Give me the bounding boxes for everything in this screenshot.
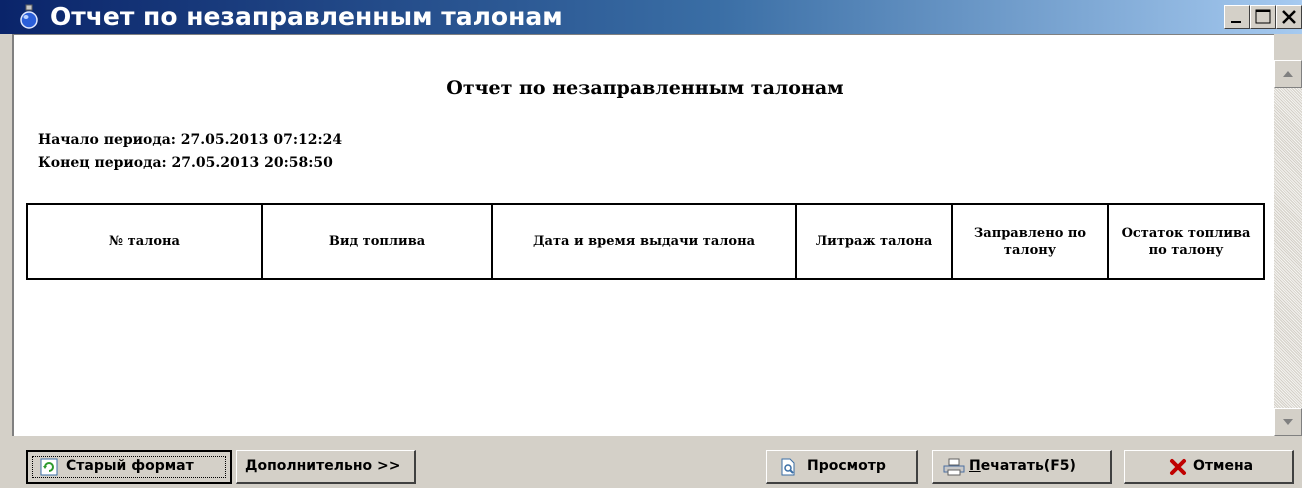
more-options-button[interactable]: Дополнительно >> bbox=[236, 450, 416, 484]
minimize-button[interactable] bbox=[1224, 5, 1250, 29]
maximize-icon bbox=[1255, 9, 1271, 24]
print-label-rest: ечатать(F5) bbox=[980, 458, 1076, 474]
old-format-button[interactable]: Старый формат bbox=[26, 450, 232, 484]
period-start: Начало периода: 27.05.2013 07:12:24 bbox=[38, 132, 343, 148]
scroll-up-button[interactable] bbox=[1274, 60, 1302, 88]
report-table: № талона Вид топлива Дата и время выдачи… bbox=[26, 203, 1265, 280]
close-button[interactable] bbox=[1276, 5, 1302, 29]
cancel-button[interactable]: Отмена bbox=[1124, 450, 1294, 484]
print-label-mnemonic: П bbox=[969, 458, 981, 474]
column-header: Заправлено по талону bbox=[951, 203, 1109, 280]
arrow-down-icon bbox=[1283, 419, 1293, 425]
column-header: Остаток топлива по талону bbox=[1107, 203, 1265, 280]
more-options-label: Дополнительно >> bbox=[245, 458, 401, 474]
arrow-up-icon bbox=[1283, 71, 1293, 77]
maximize-button[interactable] bbox=[1250, 5, 1276, 29]
column-header: Дата и время выдачи талона bbox=[491, 203, 797, 280]
close-icon bbox=[1282, 10, 1296, 24]
print-label: Печатать(F5) bbox=[969, 458, 1076, 474]
printer-icon bbox=[943, 458, 965, 476]
minimize-icon bbox=[1231, 21, 1241, 23]
fuel-drop-icon bbox=[20, 4, 38, 29]
preview-document-icon bbox=[781, 458, 795, 476]
table-header-row: № талона Вид топлива Дата и время выдачи… bbox=[26, 203, 1265, 280]
column-header: Литраж талона bbox=[795, 203, 953, 280]
scroll-down-button[interactable] bbox=[1274, 408, 1302, 436]
preview-button[interactable]: Просмотр bbox=[766, 450, 918, 484]
preview-label: Просмотр bbox=[807, 458, 886, 474]
vertical-scrollbar[interactable] bbox=[1274, 60, 1302, 436]
window-title: Отчет по незаправленным талонам bbox=[50, 2, 563, 31]
cancel-x-icon bbox=[1170, 459, 1186, 475]
cancel-label: Отмена bbox=[1193, 458, 1254, 474]
column-header: Вид топлива bbox=[261, 203, 493, 280]
title-bar[interactable]: Отчет по незаправленным талонам bbox=[0, 0, 1302, 34]
period-end: Конец периода: 27.05.2013 20:58:50 bbox=[38, 155, 333, 171]
column-header: № талона bbox=[26, 203, 263, 280]
report-preview: Отчет по незаправленным талонам Начало п… bbox=[12, 34, 1274, 436]
old-format-label: Старый формат bbox=[66, 458, 194, 474]
print-button[interactable]: Печатать(F5) bbox=[932, 450, 1112, 484]
report-title: Отчет по незаправленным талонам bbox=[446, 77, 844, 99]
refresh-icon bbox=[40, 458, 58, 476]
